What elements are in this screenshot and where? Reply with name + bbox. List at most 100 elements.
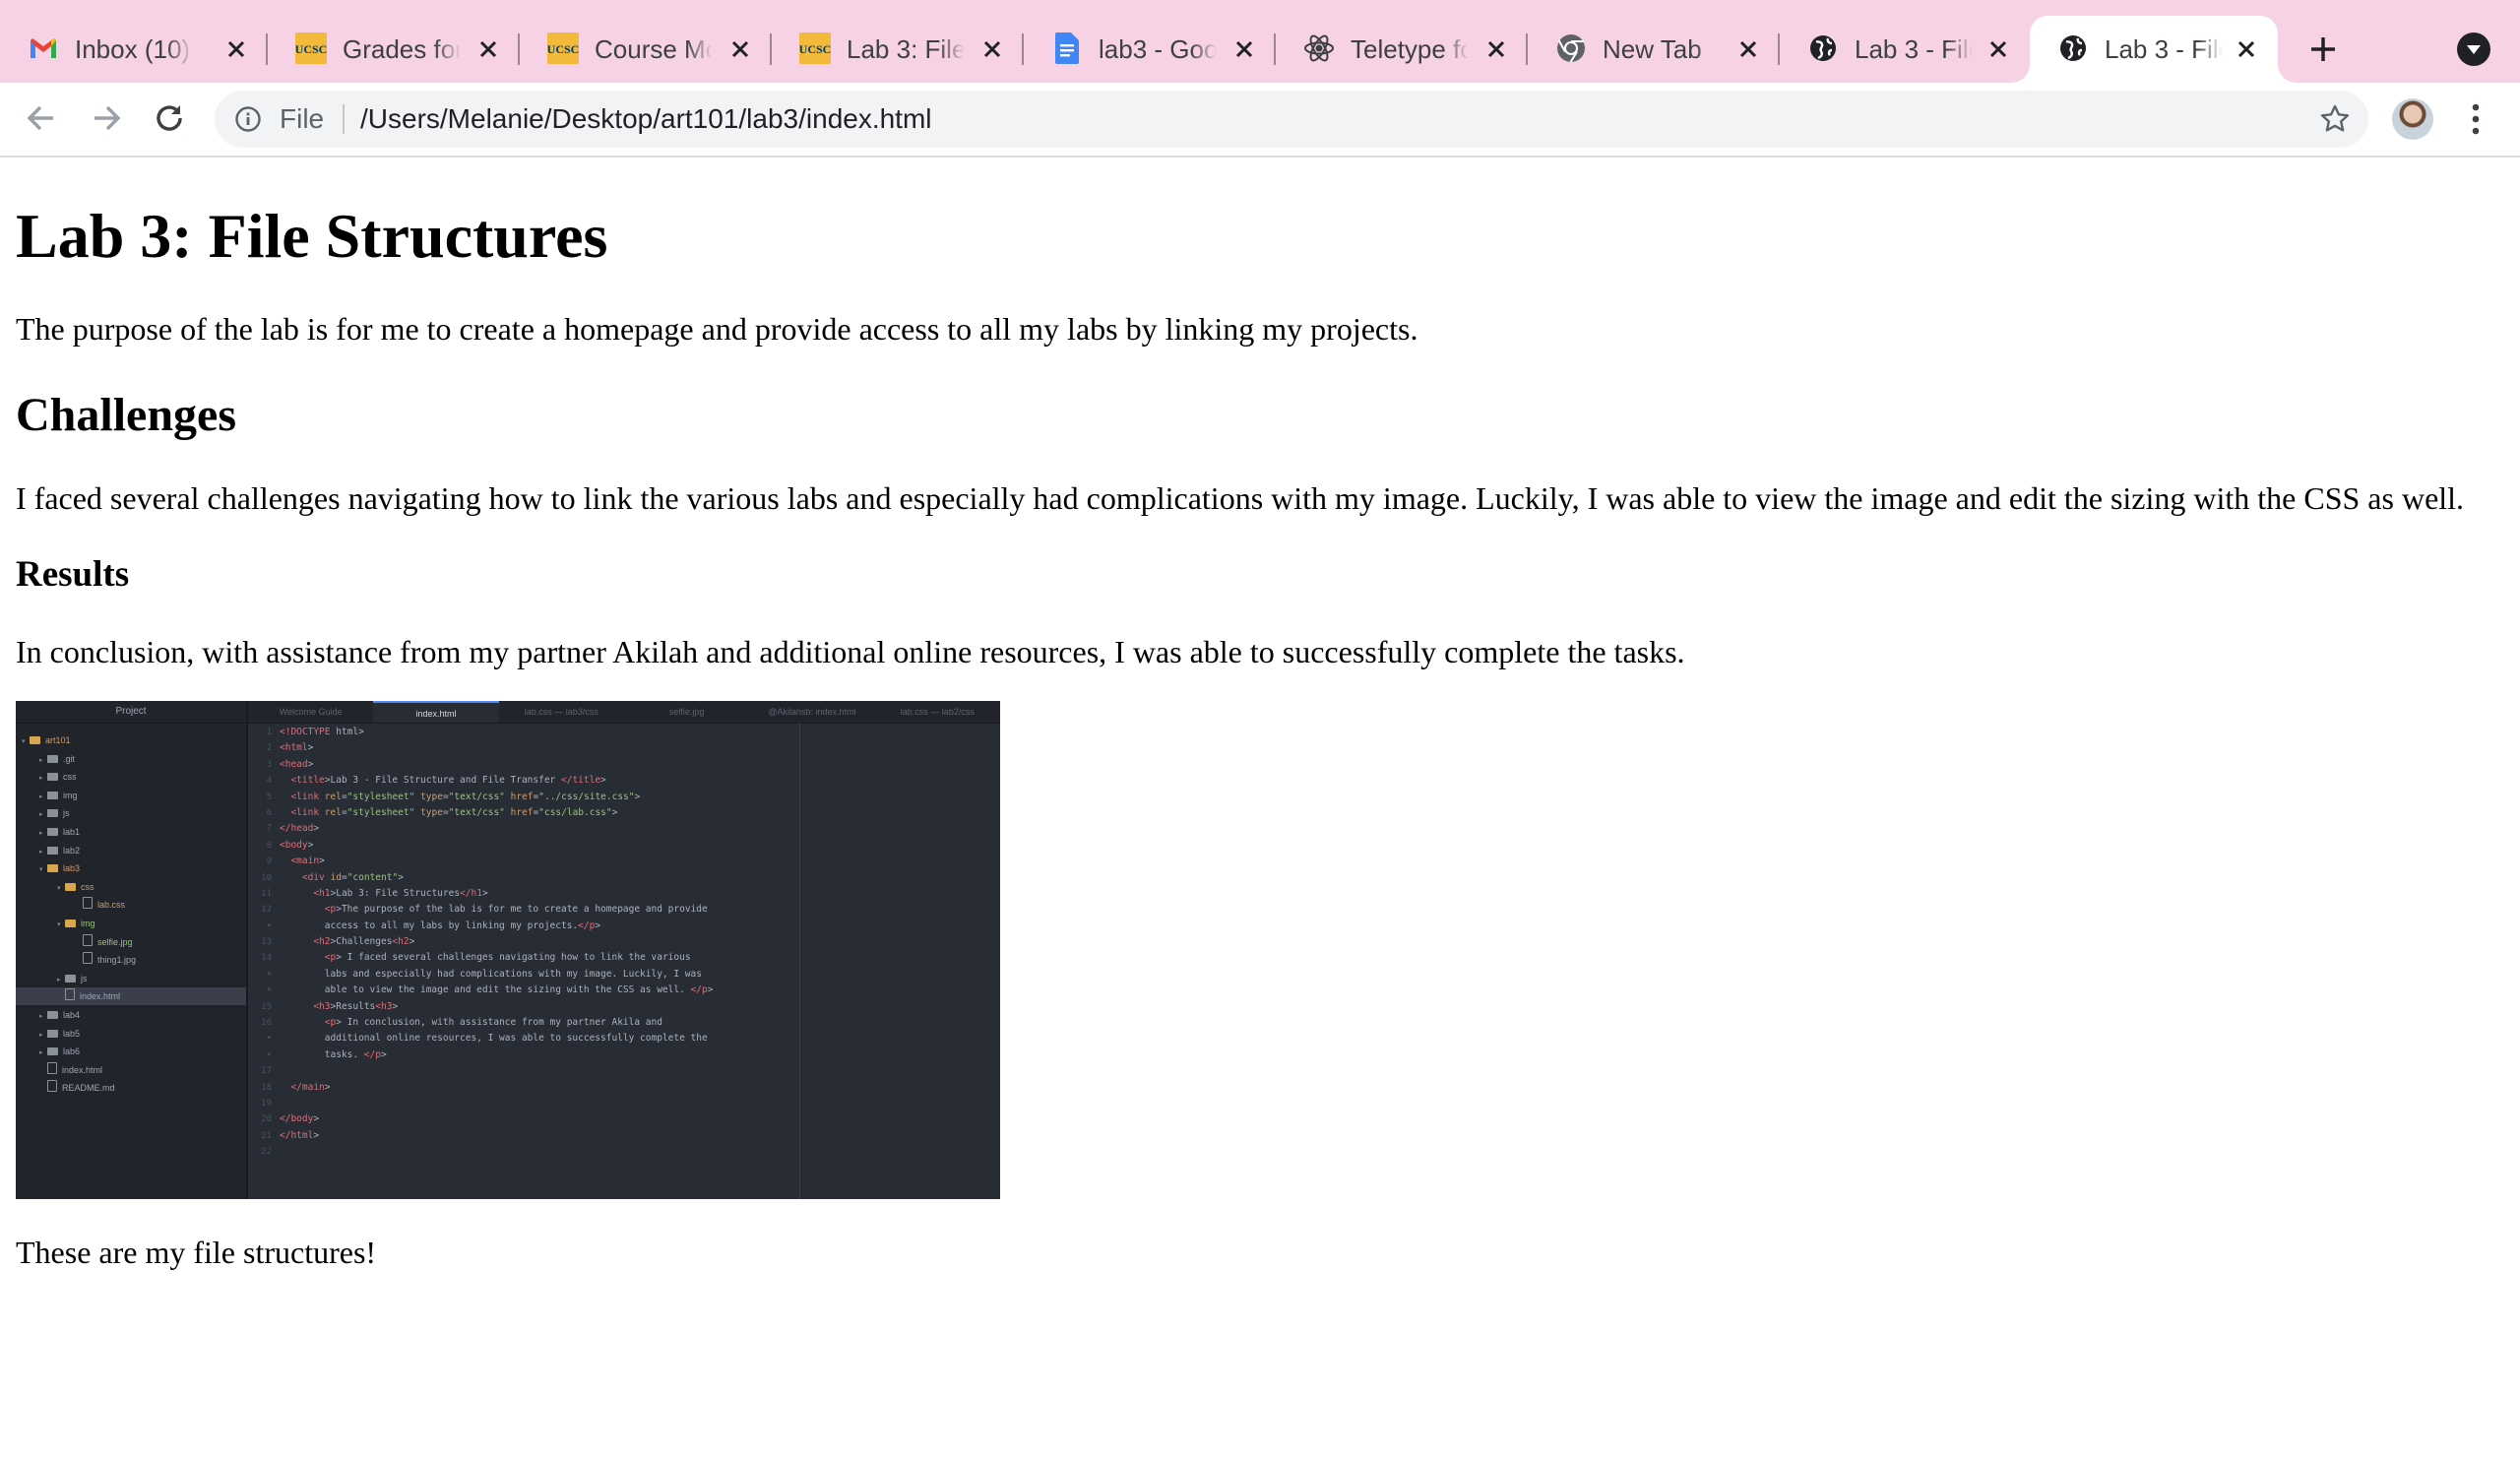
tree-item-label: index.html <box>62 1064 103 1075</box>
folder-icon <box>47 773 58 782</box>
chevron-icon: ▸ <box>39 775 43 783</box>
code-line: <html> <box>280 742 314 754</box>
line-number: 3 <box>266 759 272 770</box>
tab-teletype[interactable]: Teletype fo <box>1276 16 1528 83</box>
code-line: <!DOCTYPE html> <box>280 727 364 737</box>
chevron-icon: ▸ <box>39 793 43 800</box>
close-icon[interactable] <box>222 35 250 63</box>
tree-item: ▸ .git <box>16 750 246 768</box>
divider <box>343 104 345 134</box>
code-line: <link rel="stylesheet" type="text/css" h… <box>290 806 618 818</box>
tab-grades[interactable]: UCSC Grades for <box>268 16 520 83</box>
folder-icon <box>47 846 58 855</box>
editor-tab: lab.css — lab2/css <box>900 707 975 717</box>
code-line: <link rel="stylesheet" type="text/css" h… <box>290 791 641 802</box>
tree-item-label: lab5 <box>63 1028 81 1039</box>
bookmark-star-icon[interactable] <box>2319 103 2351 135</box>
tree-item: ▸ lab4 <box>16 1006 246 1024</box>
tab-google-doc[interactable]: lab3 - Goog <box>1024 16 1276 83</box>
tab-inbox[interactable]: Inbox (10) - <box>0 16 268 83</box>
tree-item-label: lab3 <box>63 863 81 874</box>
chrome-icon <box>1555 32 1587 64</box>
svg-text:UCSC: UCSC <box>799 42 831 56</box>
chevron-down-icon <box>2467 45 2481 54</box>
tab-lab3-file-page[interactable]: Lab 3 - File <box>1780 16 2030 83</box>
tab-search-button[interactable] <box>2457 32 2490 66</box>
tree-item: ▸ lab6 <box>16 1043 246 1060</box>
editor-tab: lab.css — lab3/css <box>524 707 598 717</box>
svg-text:UCSC: UCSC <box>547 42 579 56</box>
tree-item-label: art101 <box>45 735 71 745</box>
file-icon <box>65 988 75 1001</box>
chevron-icon: ▸ <box>39 1049 43 1057</box>
profile-avatar[interactable] <box>2392 98 2433 140</box>
tree-item: ▸ lab1 <box>16 823 246 841</box>
tree-item-label: README.md <box>62 1083 115 1094</box>
close-icon[interactable] <box>726 35 754 63</box>
folder-icon <box>65 920 76 927</box>
tree-item-label: thing1.jpg <box>97 955 137 966</box>
line-number: 13 <box>261 937 272 948</box>
code-line: <h2>Challenges<h2> <box>313 936 415 948</box>
tree-item-label: .git <box>63 753 76 764</box>
address-bar[interactable]: File /Users/Melanie/Desktop/art101/lab3/… <box>215 91 2368 148</box>
new-tab-plus-icon[interactable] <box>2303 30 2343 69</box>
close-icon[interactable] <box>1984 35 2012 63</box>
tree-item-label: selfie.jpg <box>97 936 133 947</box>
tree-item: ▸ lab2 <box>16 842 246 859</box>
intro-paragraph: The purpose of the lab is for me to crea… <box>16 311 1418 347</box>
folder-icon <box>47 754 58 763</box>
close-icon[interactable] <box>474 35 502 63</box>
tree-item-label: index.html <box>80 991 121 1002</box>
close-icon[interactable] <box>1734 35 1762 63</box>
results-heading: Results <box>16 554 130 595</box>
code-view: <!DOCTYPE html> <html> <head> <title>Lab 3… <box>280 725 811 1161</box>
back-arrow-icon[interactable] <box>22 98 61 138</box>
project-tree-panel: Project ▾ art101 ▸ .git ▸ css ▸ img ▸ js ▸ lab1 ▸ lab… <box>16 701 248 1199</box>
chevron-icon: ▾ <box>39 866 43 874</box>
tab-course[interactable]: UCSC Course Mo <box>520 16 772 83</box>
info-icon[interactable] <box>234 105 262 133</box>
code-line: </head> <box>280 823 320 835</box>
file-icon <box>83 952 93 965</box>
tab-title: lab3 - Goog <box>1099 34 1217 64</box>
editor-tab: selfie.jpg <box>668 707 705 717</box>
tree-item: index.html <box>16 987 246 1006</box>
line-number: 16 <box>261 1018 272 1029</box>
code-line: <p>The purpose of the lab is for me to c… <box>324 904 708 916</box>
tab-title: Grades for <box>343 34 461 64</box>
more-menu-icon[interactable] <box>2461 98 2490 140</box>
tab-new-tab[interactable]: New Tab <box>1528 16 1780 83</box>
ucsc-icon: UCSC <box>799 32 831 64</box>
browser-toolbar: File /Users/Melanie/Desktop/art101/lab3/… <box>0 83 2520 158</box>
tab-title: Lab 3: File <box>847 34 965 64</box>
close-icon[interactable] <box>1230 35 1258 63</box>
url-text[interactable]: /Users/Melanie/Desktop/art101/lab3/index… <box>360 91 932 148</box>
close-icon[interactable] <box>1482 35 1510 63</box>
reload-icon[interactable] <box>150 98 189 138</box>
line-number: 20 <box>261 1114 272 1125</box>
code-line: <p> In conclusion, with assistance from … <box>324 1017 662 1029</box>
tree-item-label: lab.css <box>97 900 126 911</box>
folder-icon <box>65 974 76 983</box>
svg-text:UCSC: UCSC <box>295 42 327 56</box>
tree-item-label: img <box>81 919 95 928</box>
file-icon <box>47 1061 57 1074</box>
tab-lab3-file[interactable]: UCSC Lab 3: File <box>772 16 1024 83</box>
tree-item: ▸ css <box>16 768 246 786</box>
tab-lab3-file-active[interactable]: Lab 3 - File <box>2012 16 2296 83</box>
code-line: <h1>Lab 3: File Structures</h1> <box>313 887 488 899</box>
challenges-heading: Challenges <box>16 389 237 441</box>
line-number: 6 <box>266 807 272 818</box>
code-line: </body> <box>280 1113 320 1125</box>
line-number: • <box>266 1049 272 1060</box>
line-number: 9 <box>266 856 272 867</box>
chevron-icon: ▾ <box>57 884 61 892</box>
close-icon[interactable] <box>2233 35 2260 63</box>
folder-icon <box>30 736 40 744</box>
forward-arrow-icon[interactable] <box>87 98 126 138</box>
code-line: <main> <box>290 856 325 867</box>
close-icon[interactable] <box>978 35 1006 63</box>
code-line: tasks. </p> <box>280 1048 387 1060</box>
